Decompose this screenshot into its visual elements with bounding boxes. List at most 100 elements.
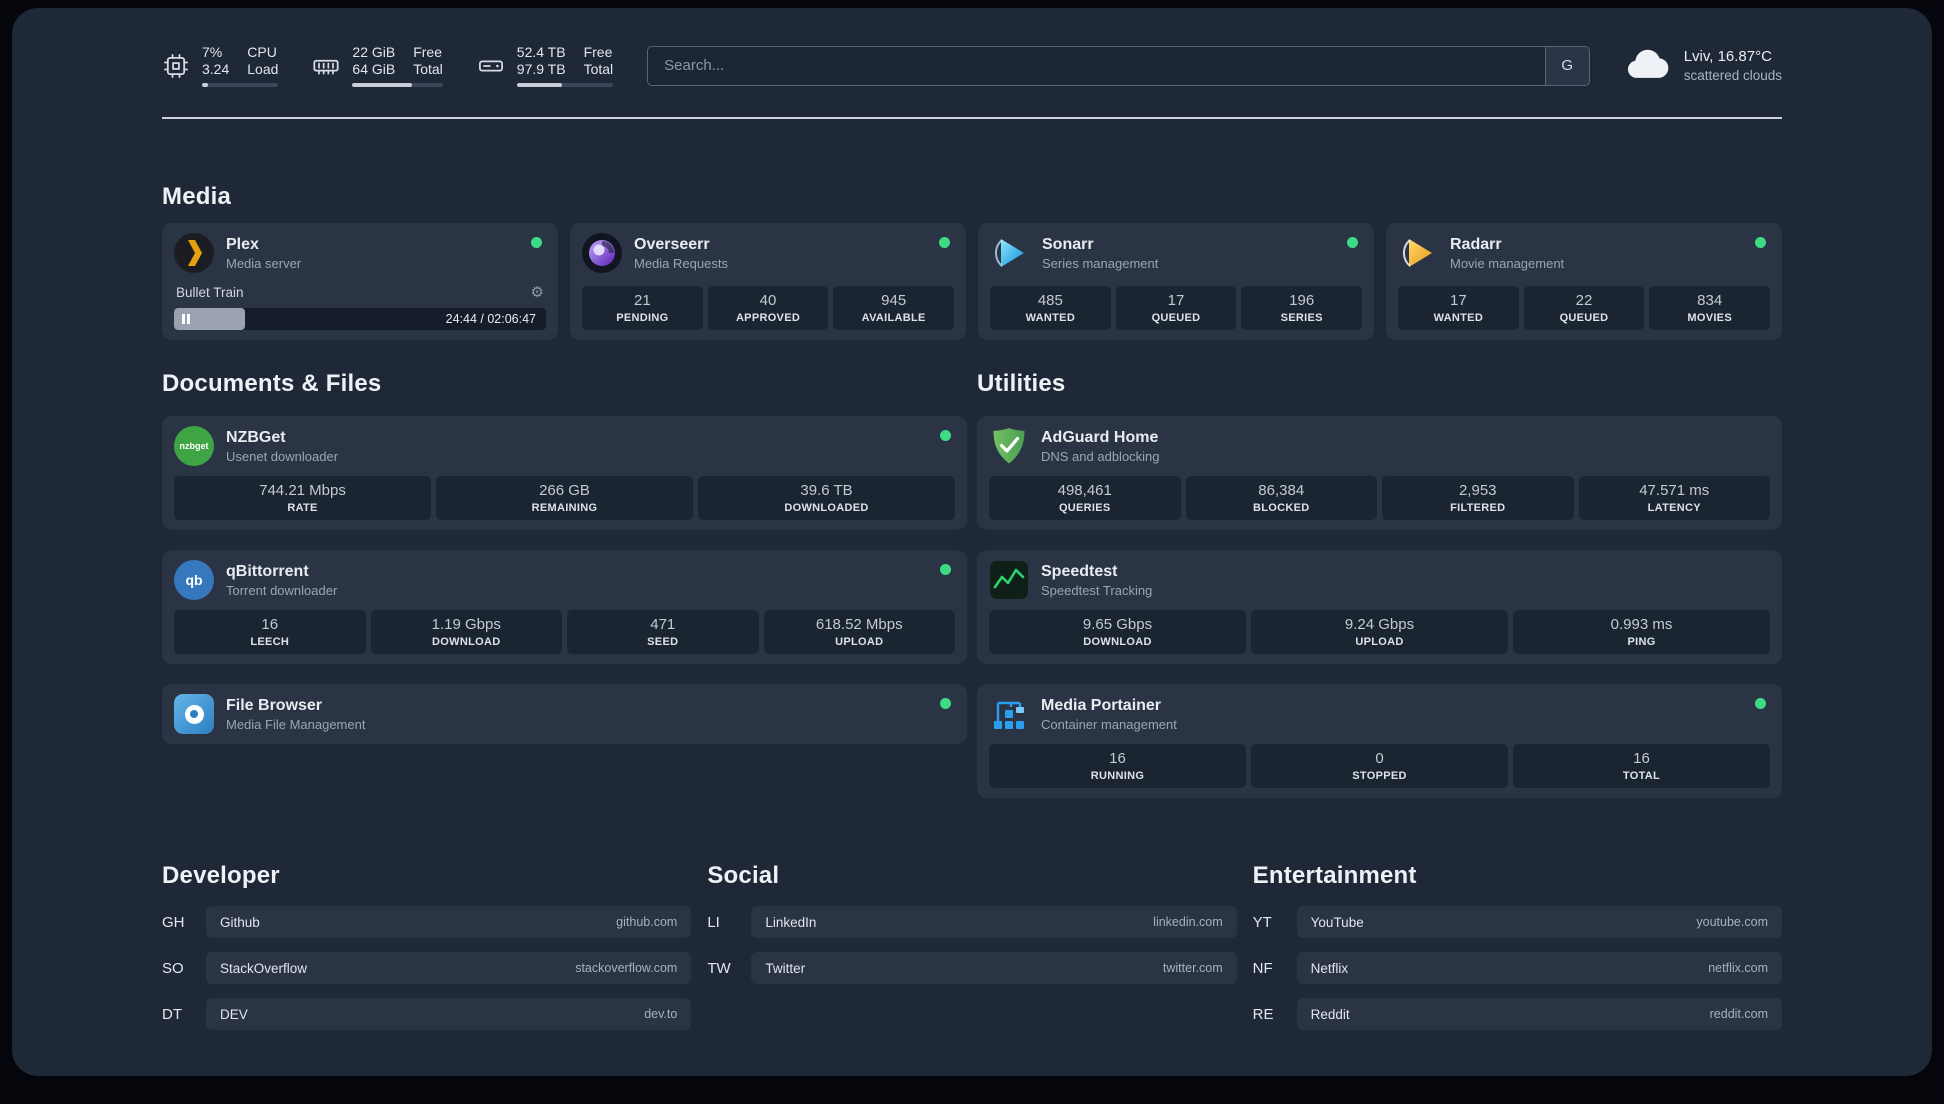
stat-ping: 0.993 ms PING (1513, 610, 1770, 654)
service-name: Speedtest (1041, 562, 1118, 580)
stat-approved: 40 APPROVED (707, 286, 829, 330)
bookmark-dev[interactable]: DT DEV dev.to (162, 998, 692, 1030)
plex-icon (174, 233, 214, 273)
bookmark-youtube[interactable]: YT YouTube youtube.com (1253, 906, 1782, 938)
weather-location: Lviv, 16.87°C (1683, 48, 1772, 65)
memory-usage-bar (352, 83, 443, 87)
pause-icon[interactable] (182, 314, 190, 324)
gear-icon[interactable]: ⚙ (531, 283, 544, 301)
status-online-dot (531, 237, 542, 248)
portainer-card[interactable]: Media Portainer Container management 16 … (977, 684, 1782, 798)
stat-pending: 21 PENDING (582, 286, 703, 330)
stat-wanted: 485 WANTED (990, 286, 1111, 330)
stat-seed: 471 SEED (567, 610, 759, 654)
status-online-dot (940, 698, 951, 709)
service-subtitle: Torrent downloader (226, 582, 338, 598)
cpu-icon (162, 52, 190, 80)
qbittorrent-icon: qb (174, 560, 214, 600)
adguard-card[interactable]: AdGuard Home DNS and adblocking 498,461 … (977, 416, 1782, 530)
overseerr-card[interactable]: Overseerr Media Requests 21 PENDING 40 A… (570, 223, 966, 340)
disk-label-top: Free (583, 44, 613, 60)
service-name: AdGuard Home (1041, 428, 1159, 446)
adguard-icon (989, 426, 1029, 466)
service-name: qBittorrent (226, 562, 309, 580)
radarr-icon (1398, 233, 1438, 273)
service-subtitle: Container management (1041, 716, 1177, 732)
service-subtitle: Movie management (1450, 255, 1565, 271)
memory-total-value: 64 GiB (352, 61, 396, 77)
service-subtitle: DNS and adblocking (1041, 448, 1160, 464)
search-input[interactable] (647, 45, 1590, 86)
bookmark-github[interactable]: GH Github github.com (162, 906, 692, 938)
bookmark-stackoverflow[interactable]: SO StackOverflow stackoverflow.com (162, 952, 692, 984)
disk-icon (477, 52, 505, 80)
bookmarks-developer: Developer GH Github github.com SO StackO… (162, 862, 692, 1044)
stat-queries: 498,461 QUERIES (989, 476, 1181, 520)
utilities-section: Utilities AdGuard Home DNS and adblockin… (977, 370, 1782, 798)
speedtest-card[interactable]: Speedtest Speedtest Tracking 9.65 Gbps D… (977, 550, 1782, 664)
qbittorrent-card[interactable]: qb qBittorrent Torrent downloader 16 LEE… (162, 550, 967, 664)
service-name: Overseerr (634, 235, 710, 253)
status-online-dot (940, 430, 951, 441)
stat-rate: 744.21 Mbps RATE (174, 476, 431, 520)
bookmark-netflix[interactable]: NF Netflix netflix.com (1253, 952, 1782, 984)
media-section: Media Plex Media server Bullet Train ⚙ 2… (162, 183, 1782, 340)
cpu-widget: 7% CPU 3.24 Load (162, 44, 279, 87)
cpu-usage-value: 7% (202, 44, 223, 60)
cpu-label-top: CPU (247, 44, 277, 60)
service-name: Radarr (1450, 235, 1502, 253)
cpu-load-value: 3.24 (202, 61, 230, 77)
top-bar: 7% CPU 3.24 Load 22 GiB Free 64 GiB Tota… (162, 8, 1782, 87)
section-title-media: Media (162, 183, 232, 210)
overseerr-icon (582, 233, 622, 273)
disk-usage-bar (516, 83, 614, 87)
portainer-icon (989, 694, 1029, 734)
nzbget-card[interactable]: nzbget NZBGet Usenet downloader 744.21 M… (162, 416, 967, 530)
status-online-dot (940, 564, 951, 575)
cloud-icon (1624, 47, 1670, 85)
disk-widget: 52.4 TB Free 97.9 TB Total (477, 44, 614, 87)
documents-section: Documents & Files nzbget NZBGet Usenet d… (162, 370, 967, 744)
status-online-dot (1755, 237, 1766, 248)
bookmark-reddit[interactable]: RE Reddit reddit.com (1253, 998, 1782, 1030)
stat-wanted: 17 WANTED (1398, 286, 1519, 330)
disk-free-value: 52.4 TB (516, 44, 566, 60)
search-bar: G (647, 45, 1590, 86)
cpu-label-bottom: Load (247, 61, 279, 77)
bookmarks-section: Developer GH Github github.com SO StackO… (162, 862, 1782, 1044)
search-engine-button[interactable]: G (1544, 46, 1589, 85)
stat-download: 9.65 Gbps DOWNLOAD (989, 610, 1246, 654)
stat-latency: 47.571 ms LATENCY (1578, 476, 1770, 520)
memory-label-bottom: Total (413, 61, 443, 77)
weather-condition: scattered clouds (1683, 68, 1782, 83)
service-name: Sonarr (1042, 235, 1094, 253)
section-title-entertainment: Entertainment (1252, 862, 1417, 889)
status-online-dot (939, 237, 950, 248)
sonarr-card[interactable]: Sonarr Series management 485 WANTED 17 Q… (978, 223, 1374, 340)
section-title-social: Social (707, 862, 780, 889)
service-name: NZBGet (226, 428, 286, 446)
radarr-card[interactable]: Radarr Movie management 17 WANTED 22 QUE… (1386, 223, 1782, 340)
service-name: Media Portainer (1041, 696, 1162, 714)
service-subtitle: Media File Management (226, 716, 366, 732)
bookmarks-social: Social LI LinkedIn linkedin.com TW Twitt… (707, 862, 1237, 998)
bookmark-linkedin[interactable]: LI LinkedIn linkedin.com (707, 906, 1237, 938)
filebrowser-card[interactable]: File Browser Media File Management (162, 684, 967, 744)
playback-progress-bar[interactable]: 24:44 / 02:06:47 (174, 308, 546, 330)
stat-download: 1.19 Gbps DOWNLOAD (370, 610, 562, 654)
stat-leech: 16 LEECH (174, 610, 366, 654)
status-online-dot (1755, 698, 1766, 709)
memory-widget: 22 GiB Free 64 GiB Total (312, 44, 443, 87)
now-playing-title: Bullet Train (176, 284, 244, 300)
stat-blocked: 86,384 BLOCKED (1185, 476, 1377, 520)
filebrowser-icon (174, 694, 214, 734)
memory-icon (312, 52, 340, 80)
sonarr-icon (990, 233, 1030, 273)
bookmark-twitter[interactable]: TW Twitter twitter.com (707, 952, 1237, 984)
section-title-developer: Developer (162, 862, 280, 889)
stat-filtered: 2,953 FILTERED (1382, 476, 1574, 520)
plex-card[interactable]: Plex Media server Bullet Train ⚙ 24:44 /… (162, 223, 558, 340)
cpu-usage-bar (202, 83, 279, 87)
service-subtitle: Series management (1042, 255, 1159, 271)
bookmarks-entertainment: Entertainment YT YouTube youtube.com NF … (1253, 862, 1782, 1044)
